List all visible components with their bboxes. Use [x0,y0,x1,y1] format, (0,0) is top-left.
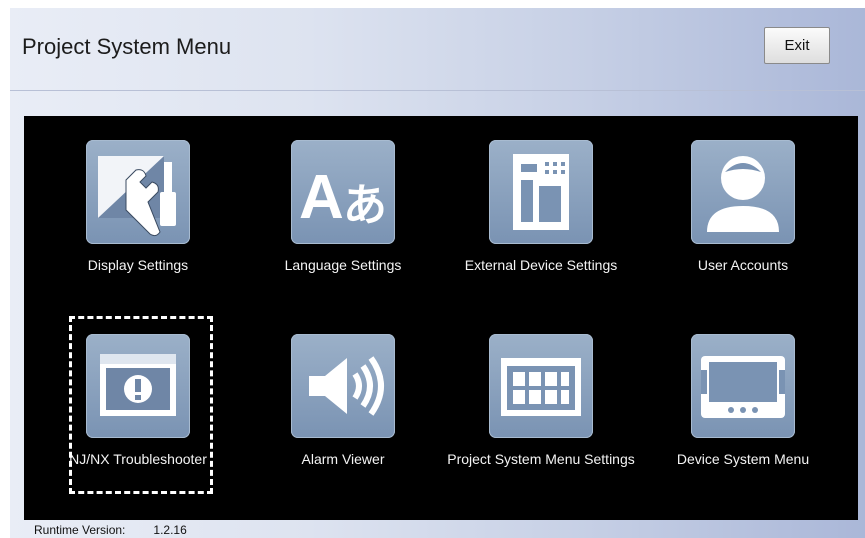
tile-label: Language Settings [284,257,402,273]
external-device-icon [489,140,593,244]
tile-user-accounts[interactable]: User Accounts [643,140,843,275]
exit-button[interactable]: Exit [764,27,830,64]
tile-project-system-menu-settings[interactable]: Project System Menu Settings [441,334,641,469]
svg-text:あ: あ [343,180,387,231]
alarm-speaker-icon [291,334,395,438]
tile-alarm-viewer[interactable]: Alarm Viewer [243,334,443,469]
tile-label: Alarm Viewer [301,451,385,467]
tile-label: Device System Menu [676,451,810,467]
display-settings-icon [86,140,190,244]
runtime-version-footer: Runtime Version: 1.2.16 [34,523,187,537]
keypad-icon [489,334,593,438]
tile-label: Project System Menu Settings [447,451,635,467]
tile-external-device-settings[interactable]: External Device Settings [441,140,641,275]
tile-label: Display Settings [87,257,189,273]
runtime-version-label: Runtime Version: [34,523,126,537]
language-icon: A あ [291,140,395,244]
runtime-version-value: 1.2.16 [153,523,187,537]
tile-label: External Device Settings [464,257,618,273]
page-title: Project System Menu [22,34,232,59]
tile-label: User Accounts [697,257,789,273]
device-icon [691,334,795,438]
tile-display-settings[interactable]: Display Settings [38,140,238,275]
highlight-dashed-frame [69,316,213,494]
user-icon [691,140,795,244]
tile-device-system-menu[interactable]: Device System Menu [643,334,843,469]
svg-text:A: A [299,163,344,232]
tile-language-settings[interactable]: A あ Language Settings [243,140,443,275]
